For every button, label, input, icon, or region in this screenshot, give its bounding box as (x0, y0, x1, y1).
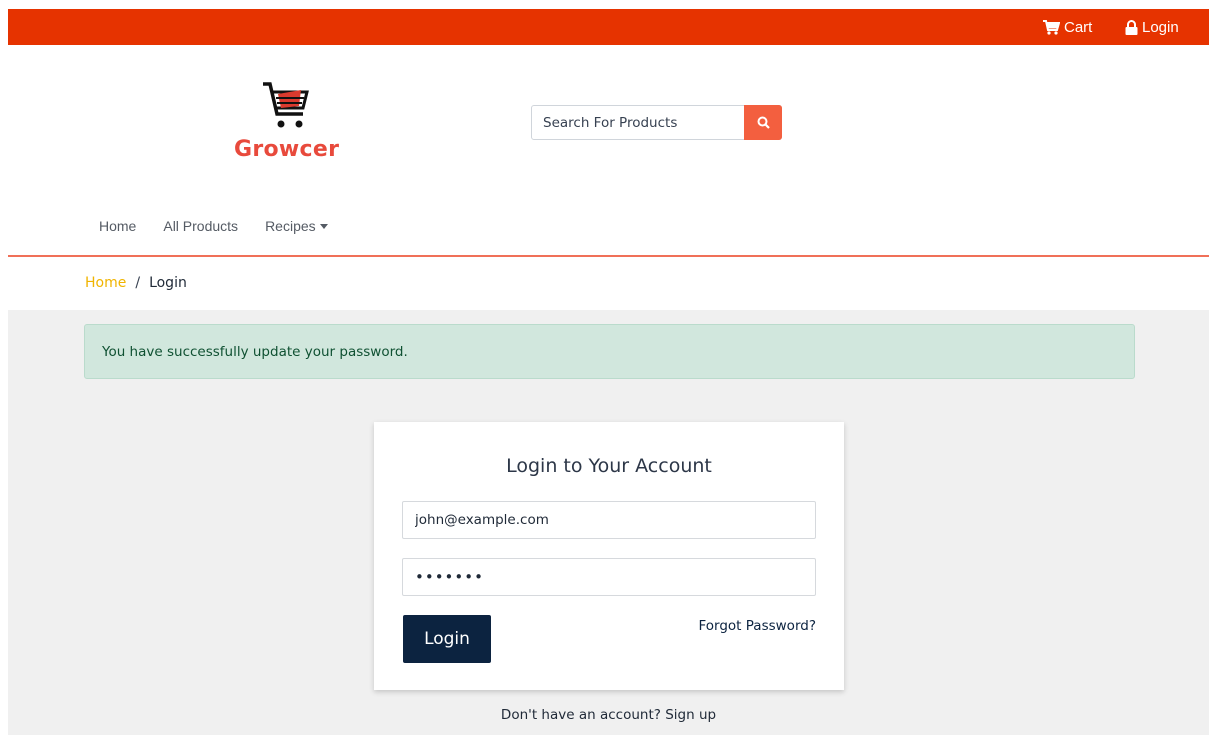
brand-logo[interactable]: Growcer (234, 80, 349, 165)
search-box (531, 105, 782, 140)
email-field[interactable] (402, 501, 816, 539)
nav-item-label: All Products (163, 218, 239, 234)
search-icon (757, 116, 770, 129)
cart-icon (1043, 19, 1060, 35)
alert-message: You have successfully update your passwo… (102, 343, 408, 360)
login-button[interactable]: Login (403, 615, 491, 663)
nav-item-label: Recipes (265, 218, 316, 234)
main-nav: Home All Products Recipes (99, 218, 355, 234)
login-title: Login to Your Account (506, 455, 712, 477)
search-button[interactable] (744, 105, 782, 140)
nav-divider (8, 255, 1209, 257)
success-alert: You have successfully update your passwo… (84, 324, 1135, 379)
breadcrumb: Home / Login (85, 275, 187, 291)
top-bar: Cart Login (8, 9, 1209, 45)
nav-item-label: Home (99, 218, 137, 234)
brand-name: Growcer (234, 137, 340, 162)
caret-down-icon (319, 223, 328, 229)
cart-label: Cart (1064, 18, 1093, 36)
breadcrumb-current: Login (149, 275, 187, 291)
breadcrumb-separator: / (135, 275, 141, 291)
search-input[interactable] (532, 106, 745, 139)
nav-item-home[interactable]: Home (99, 218, 136, 234)
forgot-password-link[interactable]: Forgot Password? (699, 618, 817, 634)
shopping-cart-icon (263, 82, 309, 128)
main-content: You have successfully update your passwo… (8, 310, 1209, 735)
nav-item-all-products[interactable]: All Products (163, 218, 238, 234)
login-label: Login (1142, 18, 1179, 36)
signup-link[interactable]: Don't have an account? Sign up (8, 707, 1209, 723)
breadcrumb-home-link[interactable]: Home (85, 275, 126, 291)
cart-link[interactable]: Cart (1043, 9, 1092, 45)
nav-item-recipes[interactable]: Recipes (265, 218, 328, 234)
lock-icon (1125, 19, 1138, 35)
login-link[interactable]: Login (1125, 9, 1179, 45)
login-card: Login to Your Account Login Forgot Passw… (374, 422, 844, 690)
password-field[interactable] (402, 558, 816, 596)
